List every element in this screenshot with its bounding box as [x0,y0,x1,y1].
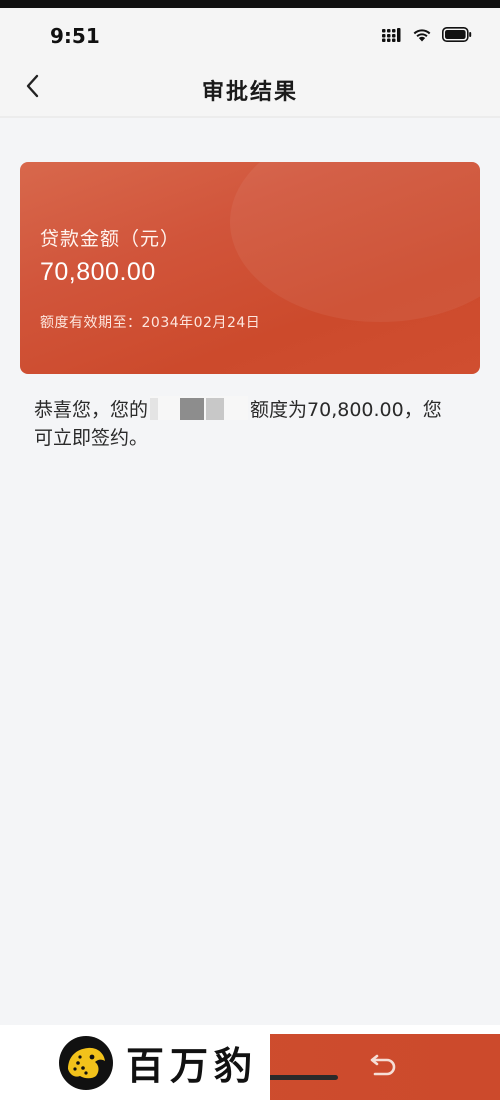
signal-icon [382,27,402,46]
return-icon[interactable] [367,1054,399,1082]
header-divider [0,116,500,118]
battery-icon [442,27,472,46]
message-part-1: 恭喜您，您的 [34,399,149,421]
watermark-text: 百万豹 [126,1043,259,1088]
credit-validity-date: 额度有效期至：2034年02月24日 [40,315,261,331]
loan-amount-card: 贷款金额（元） 70,800.00 额度有效期至：2034年02月24日 [20,162,480,374]
approval-message-line-1: 恭喜您，您的 额度为70,800.00，您 [34,396,474,424]
redacted-product-name [150,396,249,420]
status-icons [382,27,472,46]
card-decoration [230,162,480,322]
chevron-left-icon [25,74,41,102]
leopard-logo-icon [58,1035,114,1091]
approval-message-line-2: 可立即签约。 [34,427,149,449]
message-part-2: 额度为70,800.00，您 [250,399,442,421]
loan-amount-label: 贷款金额（元） [40,228,181,250]
status-time: 9:51 [50,24,100,48]
wifi-icon [412,27,432,46]
approval-message: 恭喜您，您的 额度为70,800.00，您 可立即签约。 [34,396,474,452]
navigation-bar: 审批结果 [0,60,500,116]
watermark: 百万豹 [0,1027,270,1100]
top-edge [0,0,500,8]
back-button[interactable] [18,72,48,104]
loan-amount-value: 70,800.00 [40,258,156,286]
page-title: 审批结果 [201,80,298,105]
status-bar: 9:51 [0,8,500,60]
